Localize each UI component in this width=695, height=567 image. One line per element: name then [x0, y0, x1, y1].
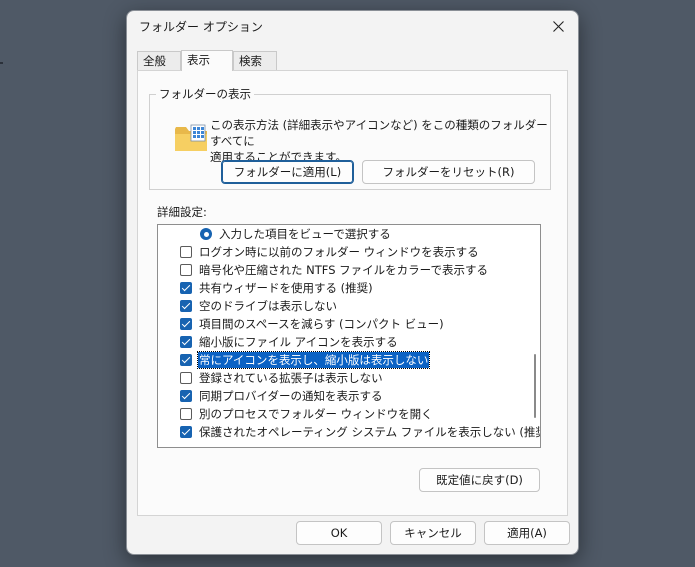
checkbox-checked[interactable]	[180, 426, 192, 438]
folder-view-icon	[175, 124, 207, 151]
cancel-button[interactable]: キャンセル	[390, 521, 476, 545]
apply-to-folders-button[interactable]: フォルダーに適用(L)	[221, 160, 354, 184]
folder-options-dialog: フォルダー オプション 全般 表示 検索 フォルダーの表示 この表示方法 (詳細…	[126, 10, 579, 555]
ok-button[interactable]: OK	[296, 521, 382, 545]
apply-button[interactable]: 適用(A)	[484, 521, 570, 545]
list-item-label: 共有ウィザードを使用する (推奨)	[199, 281, 373, 295]
list-item-label: 同期プロバイダーの通知を表示する	[199, 389, 383, 403]
list-item[interactable]: 共有ウィザードを使用する (推奨)	[158, 279, 528, 297]
scrollbar-thumb[interactable]	[534, 354, 536, 418]
list-item[interactable]: ログオン時に以前のフォルダー ウィンドウを表示する	[158, 243, 528, 261]
checkbox-checked[interactable]	[180, 390, 192, 402]
tab-general[interactable]: 全般	[137, 51, 181, 70]
checkbox[interactable]	[180, 372, 192, 384]
list-item-label: 縮小版にファイル アイコンを表示する	[199, 335, 398, 349]
list-item-label: 空のドライブは表示しない	[199, 299, 337, 313]
list-item[interactable]: 項目間のスペースを減らす (コンパクト ビュー)	[158, 315, 528, 333]
tab-search[interactable]: 検索	[233, 51, 277, 70]
list-item-label: 保護されたオペレーティング システム ファイルを表示しない (推奨)	[199, 425, 541, 439]
list-item[interactable]: 別のプロセスでフォルダー ウィンドウを開く	[158, 405, 528, 423]
checkbox[interactable]	[180, 408, 192, 420]
folder-views-legend: フォルダーの表示	[156, 86, 254, 102]
list-item[interactable]: 保護されたオペレーティング システム ファイルを表示しない (推奨)	[158, 423, 540, 441]
list-item-selected[interactable]: 常にアイコンを表示し、縮小版は表示しない	[158, 351, 528, 369]
list-scrollbar[interactable]	[532, 228, 538, 444]
window-title: フォルダー オプション	[139, 20, 263, 34]
list-item[interactable]: 同期プロバイダーの通知を表示する	[158, 387, 528, 405]
restore-defaults-button[interactable]: 既定値に戻す(D)	[419, 468, 540, 492]
list-item[interactable]: 登録されている拡張子は表示しない	[158, 369, 528, 387]
checkbox[interactable]	[180, 264, 192, 276]
reset-folders-button[interactable]: フォルダーをリセット(R)	[362, 160, 535, 184]
advanced-settings-label: 詳細設定:	[157, 205, 207, 219]
folder-views-description: この表示方法 (詳細表示やアイコンなど) をこの種類のフォルダーすべてに 適用す…	[210, 117, 555, 165]
view-tab-panel: フォルダーの表示 この表示方法 (詳細表示やアイコンなど) をこの種類のフォルダ…	[137, 70, 568, 516]
list-item[interactable]: 空のドライブは表示しない	[158, 297, 528, 315]
radio-selected-icon[interactable]	[200, 228, 212, 240]
list-item-label: ログオン時に以前のフォルダー ウィンドウを表示する	[199, 245, 479, 259]
list-item-label: 登録されている拡張子は表示しない	[199, 371, 383, 385]
advanced-settings-list[interactable]: 入力した項目をビューで選択する ログオン時に以前のフォルダー ウィンドウを表示す…	[157, 224, 541, 448]
list-item-label: 暗号化や圧縮された NTFS ファイルをカラーで表示する	[199, 263, 488, 277]
checkbox-checked[interactable]	[180, 354, 192, 366]
close-button[interactable]	[538, 11, 578, 41]
checkbox-checked[interactable]	[180, 282, 192, 294]
list-item-label: 入力した項目をビューで選択する	[219, 227, 391, 241]
checkbox-checked[interactable]	[180, 318, 192, 330]
checkbox-checked[interactable]	[180, 336, 192, 348]
list-item-label: 常にアイコンを表示し、縮小版は表示しない	[196, 351, 431, 369]
description-line-1: この表示方法 (詳細表示やアイコンなど) をこの種類のフォルダーすべてに	[210, 118, 548, 148]
folder-views-group: フォルダーの表示 この表示方法 (詳細表示やアイコンなど) をこの種類のフォルダ…	[149, 86, 551, 190]
close-icon	[552, 20, 564, 32]
list-item[interactable]: 入力した項目をビューで選択する	[158, 225, 528, 243]
title-bar[interactable]: フォルダー オプション	[127, 11, 578, 41]
checkbox-checked[interactable]	[180, 300, 192, 312]
tab-view[interactable]: 表示	[181, 50, 233, 71]
desktop-edge-mark	[0, 62, 3, 64]
checkbox[interactable]	[180, 246, 192, 258]
list-item[interactable]: 暗号化や圧縮された NTFS ファイルをカラーで表示する	[158, 261, 528, 279]
list-item-label: 項目間のスペースを減らす (コンパクト ビュー)	[199, 317, 444, 331]
list-item[interactable]: 縮小版にファイル アイコンを表示する	[158, 333, 528, 351]
list-item-label: 別のプロセスでフォルダー ウィンドウを開く	[199, 407, 433, 421]
